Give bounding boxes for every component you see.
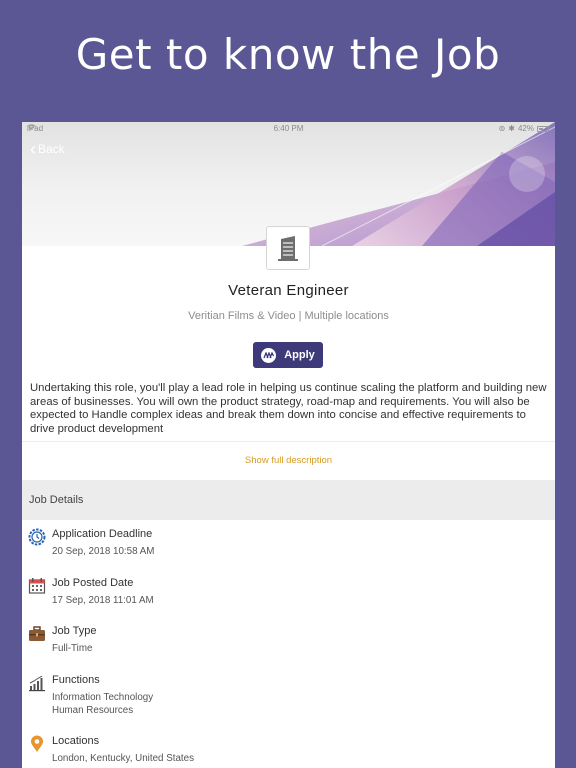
apply-label: Apply	[284, 349, 315, 361]
detail-value: Full-Time	[52, 643, 93, 654]
building-icon	[278, 236, 298, 261]
detail-label: Application Deadline	[52, 528, 153, 540]
back-button[interactable]: ‹ Back	[30, 139, 65, 159]
clock-gear-icon	[28, 528, 46, 546]
detail-value: 20 Sep, 2018 10:58 AM	[52, 546, 155, 557]
detail-job-type: Job Type Full-Time	[28, 625, 528, 655]
detail-application-deadline: Application Deadline 20 Sep, 2018 10:58 …	[28, 528, 528, 558]
apply-icon	[261, 347, 277, 363]
detail-job-posted-date: Job Posted Date 17 Sep, 2018 11:01 AM	[28, 577, 528, 607]
back-label: Back	[38, 142, 65, 156]
detail-functions: Functions Information Technology Human R…	[28, 674, 528, 717]
detail-value: Human Resources	[52, 705, 134, 716]
lock-rotation-icon: ⊚	[498, 124, 506, 133]
battery-icon	[537, 125, 549, 132]
briefcase-icon	[29, 626, 45, 641]
detail-label: Job Posted Date	[52, 577, 134, 589]
section-title: Job Details	[29, 494, 84, 506]
status-time: 6:40 PM	[273, 124, 304, 133]
promo-title: Get to know the Job	[75, 30, 501, 79]
detail-label: Functions	[52, 674, 100, 686]
device-screen: iPad 6:40 PM ⊚ ✱ 42% ‹ Back Veteran Engi…	[22, 122, 555, 768]
status-bar: iPad 6:40 PM ⊚ ✱ 42%	[22, 122, 555, 136]
detail-value: London, Kentucky, United States	[52, 753, 194, 764]
detail-value: Information Technology	[52, 692, 154, 703]
divider	[22, 441, 555, 442]
battery-percent: 42%	[517, 124, 534, 133]
calendar-icon	[28, 578, 46, 594]
job-details-header: Job Details	[22, 480, 555, 520]
company-location: Veritian Films & Video | Multiple locati…	[188, 310, 389, 322]
detail-locations: Locations London, Kentucky, United State…	[28, 735, 528, 765]
detail-label: Job Type	[52, 625, 97, 637]
job-description: Undertaking this role, you'll play a lea…	[30, 382, 547, 435]
bar-chart-icon	[29, 675, 45, 692]
detail-label: Locations	[52, 735, 100, 747]
chevron-left-icon: ‹	[30, 139, 36, 159]
company-logo	[266, 226, 310, 270]
bluetooth-icon: ✱	[508, 124, 515, 133]
show-full-description-link[interactable]: Show full description	[22, 455, 555, 466]
apply-button[interactable]: Apply	[253, 342, 323, 368]
location-pin-icon	[31, 735, 43, 752]
job-title: Veteran Engineer	[228, 282, 349, 299]
detail-value: 17 Sep, 2018 11:01 AM	[52, 595, 154, 606]
